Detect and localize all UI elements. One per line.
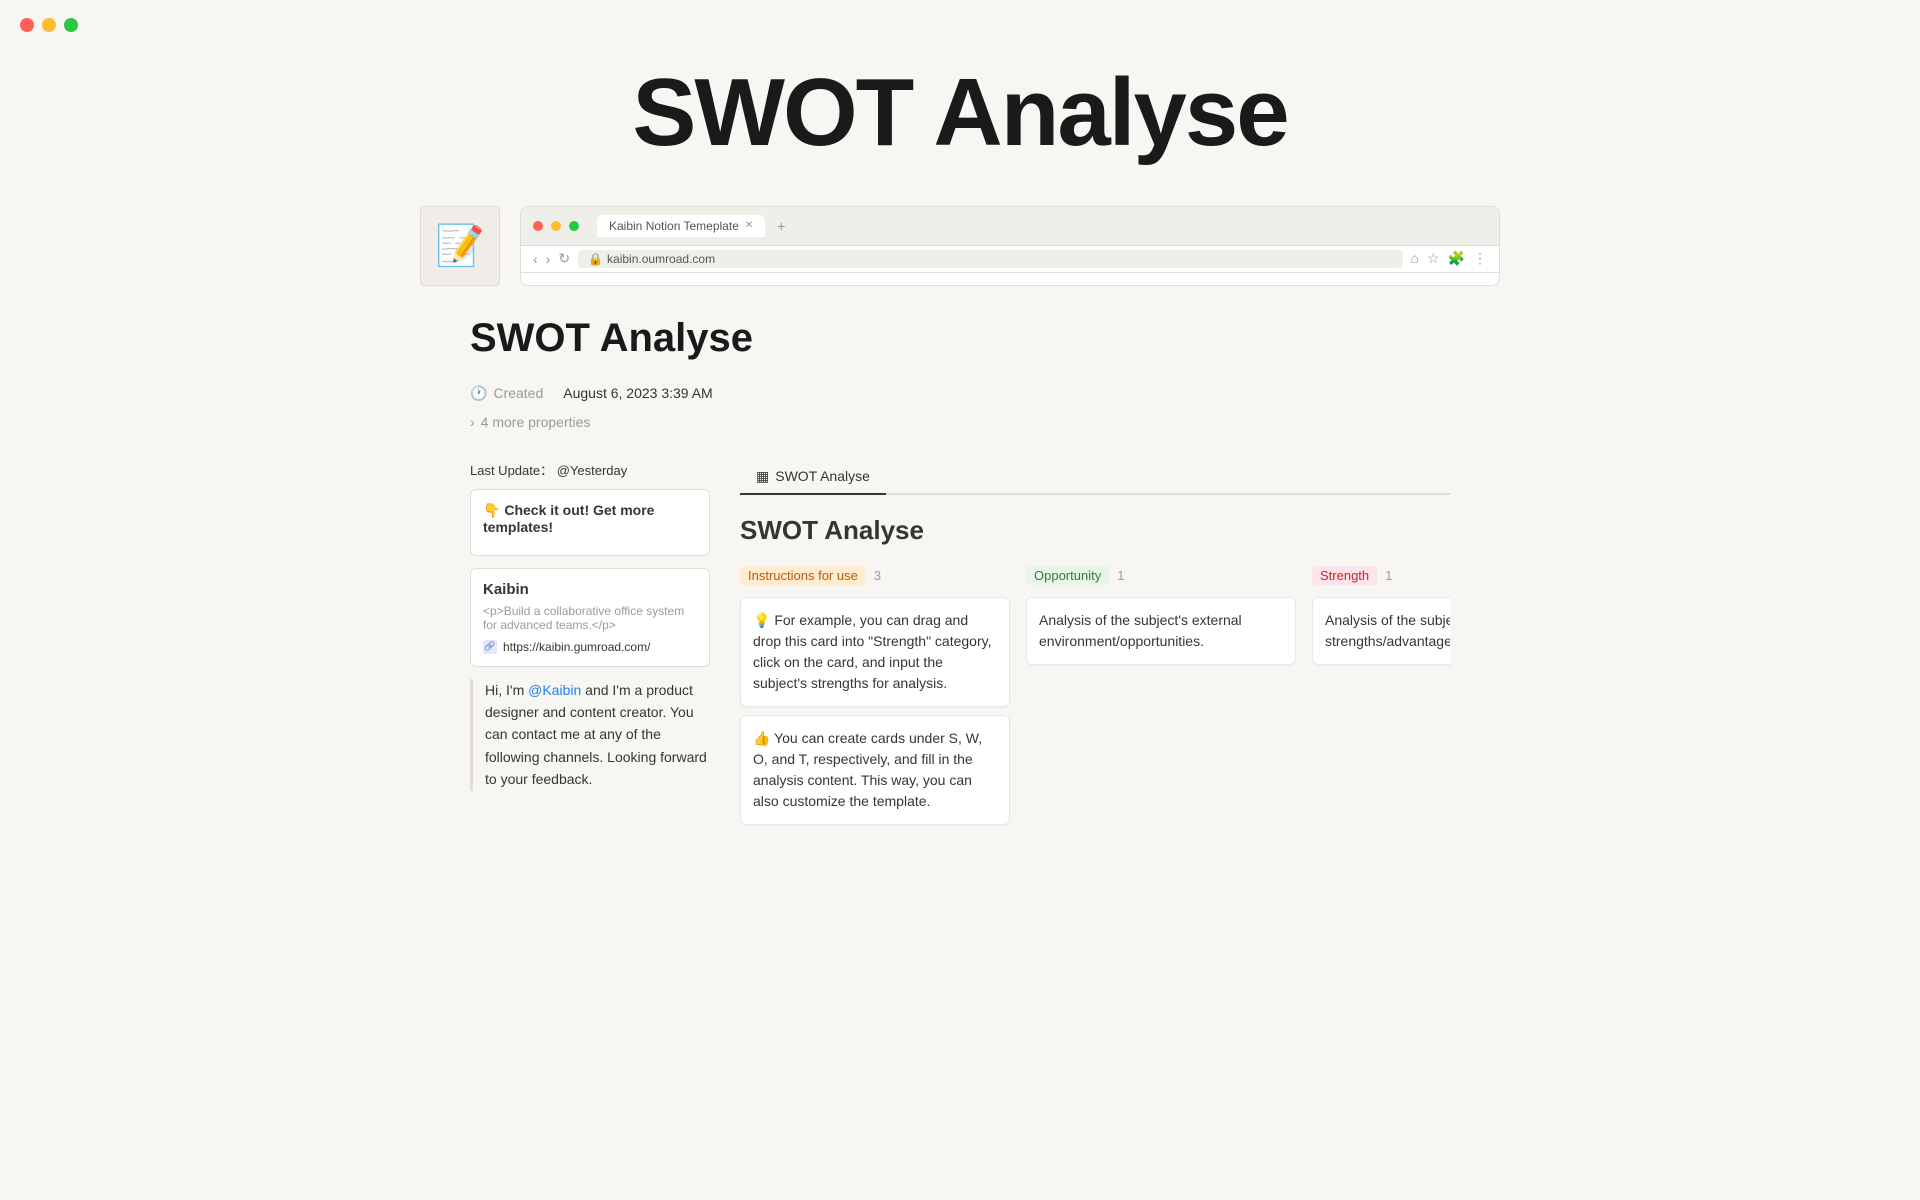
kaibin-card: Kaibin <p>Build a collaborative office s… bbox=[470, 568, 710, 667]
browser-tab-close-icon[interactable]: ✕ bbox=[745, 220, 753, 231]
kanban-card[interactable]: 👍 You can create cards under S, W, O, an… bbox=[740, 715, 1010, 825]
kanban-column-instructions: Instructions for use 3 💡 For example, yo… bbox=[740, 566, 1010, 833]
main-area: ▦ SWOT Analyse SWOT Analyse Instructions… bbox=[740, 460, 1450, 833]
column-header-instructions: Instructions for use 3 bbox=[740, 566, 1010, 585]
main-layout: Last Update： @Yesterday 👇 Check it out! … bbox=[470, 460, 1450, 833]
bio-text-1: Hi, I'm bbox=[485, 682, 528, 698]
column-count-opportunity: 1 bbox=[1117, 568, 1124, 583]
tabs-row: ▦ SWOT Analyse bbox=[740, 460, 1450, 495]
column-count-strength: 1 bbox=[1385, 568, 1392, 583]
lock-icon: 🔒 bbox=[588, 252, 603, 266]
maximize-button[interactable] bbox=[64, 18, 78, 32]
address-bar[interactable]: 🔒 kaibin.oumroad.com bbox=[578, 250, 1402, 268]
kaibin-name: Kaibin bbox=[483, 581, 697, 598]
minimize-button[interactable] bbox=[42, 18, 56, 32]
page-title: SWOT Analyse bbox=[470, 316, 1450, 361]
card-text: Analysis of the subject's internal stren… bbox=[1325, 612, 1450, 649]
kaibin-desc: <p>Build a collaborative office system f… bbox=[483, 604, 697, 632]
browser-maximize[interactable] bbox=[569, 221, 579, 231]
more-properties[interactable]: › 4 more properties bbox=[470, 414, 1450, 430]
browser-minimize[interactable] bbox=[551, 221, 561, 231]
address-text: kaibin.oumroad.com bbox=[607, 252, 715, 266]
kanban-column-opportunity: Opportunity 1 Analysis of the subject's … bbox=[1026, 566, 1296, 833]
metadata-row: 🕐 Created August 6, 2023 3:39 AM bbox=[470, 385, 1450, 402]
browser-close[interactable] bbox=[533, 221, 543, 231]
browser-actions: ⌂ ☆ 🧩 ⋮ bbox=[1411, 250, 1487, 267]
traffic-lights bbox=[20, 18, 78, 32]
column-header-opportunity: Opportunity 1 bbox=[1026, 566, 1296, 585]
tab-swot-analyse[interactable]: ▦ SWOT Analyse bbox=[740, 460, 886, 495]
extension-icon[interactable]: 🧩 bbox=[1448, 250, 1465, 267]
hero-title: SWOT Analyse bbox=[20, 60, 1900, 166]
kanban-board: Instructions for use 3 💡 For example, yo… bbox=[740, 566, 1450, 833]
link-icon: 🔗 bbox=[483, 640, 497, 654]
badge-instructions: Instructions for use bbox=[740, 566, 866, 585]
kanban-column-strength: Strength 1 Analysis of the subject's int… bbox=[1312, 566, 1450, 833]
created-label: 🕐 Created bbox=[470, 385, 543, 402]
kaibin-desc-text: <p>Build a collaborative office system f… bbox=[483, 604, 684, 632]
cover-area: 📝 Kaibin Notion Temeplate ✕ + ‹ › ↻ 🔒 ka… bbox=[410, 206, 1510, 286]
close-button[interactable] bbox=[20, 18, 34, 32]
browser-tab[interactable]: Kaibin Notion Temeplate ✕ bbox=[597, 215, 765, 237]
chevron-down-icon: › bbox=[470, 414, 475, 430]
board-title: SWOT Analyse bbox=[740, 515, 1450, 546]
kanban-card[interactable]: 💡 For example, you can drag and drop thi… bbox=[740, 597, 1010, 707]
page-content: SWOT Analyse 🕐 Created August 6, 2023 3:… bbox=[410, 316, 1510, 893]
last-update: Last Update： @Yesterday bbox=[470, 460, 710, 479]
badge-strength: Strength bbox=[1312, 566, 1377, 585]
card-text: 💡 For example, you can drag and drop thi… bbox=[753, 612, 991, 691]
kanban-card[interactable]: Analysis of the subject's external envir… bbox=[1026, 597, 1296, 665]
clock-icon: 🕐 bbox=[470, 385, 487, 402]
cover-emoji: 📝 bbox=[435, 222, 485, 269]
promo-box: 👇 Check it out! Get more templates! bbox=[470, 489, 710, 556]
tab-label: SWOT Analyse bbox=[775, 468, 870, 484]
promo-title: 👇 Check it out! Get more templates! bbox=[483, 502, 697, 535]
star-icon[interactable]: ☆ bbox=[1427, 250, 1440, 267]
browser-tab-add-icon[interactable]: + bbox=[777, 218, 785, 234]
kanban-card[interactable]: Analysis of the subject's internal stren… bbox=[1312, 597, 1450, 665]
browser-nav: ‹ › ↻ 🔒 kaibin.oumroad.com ⌂ ☆ 🧩 ⋮ bbox=[521, 246, 1499, 273]
hero-section: SWOT Analyse bbox=[0, 0, 1920, 206]
bio-block: Hi, I'm @Kaibin and I'm a product design… bbox=[470, 679, 710, 791]
browser-refresh-icon[interactable]: ↻ bbox=[558, 250, 570, 267]
created-value: August 6, 2023 3:39 AM bbox=[563, 385, 712, 401]
more-props-text: 4 more properties bbox=[481, 414, 591, 430]
home-icon[interactable]: ⌂ bbox=[1411, 250, 1419, 267]
card-text: 👍 You can create cards under S, W, O, an… bbox=[753, 730, 982, 809]
browser-back-icon[interactable]: ‹ bbox=[533, 251, 538, 267]
kaibin-link[interactable]: 🔗 https://kaibin.gumroad.com/ bbox=[483, 640, 697, 654]
column-header-strength: Strength 1 bbox=[1312, 566, 1450, 585]
browser-forward-icon[interactable]: › bbox=[546, 251, 551, 267]
table-icon: ▦ bbox=[756, 468, 769, 485]
created-text: Created bbox=[493, 385, 543, 401]
bio-mention[interactable]: @Kaibin bbox=[528, 682, 581, 698]
column-count-instructions: 3 bbox=[874, 568, 881, 583]
last-update-value: @Yesterday bbox=[557, 463, 628, 478]
promo-text: Check it out! Get more templates! bbox=[483, 502, 654, 535]
browser-bar: Kaibin Notion Temeplate ✕ + bbox=[521, 207, 1499, 246]
badge-opportunity: Opportunity bbox=[1026, 566, 1109, 585]
promo-emoji: 👇 bbox=[483, 502, 500, 518]
kaibin-link-text: https://kaibin.gumroad.com/ bbox=[503, 640, 650, 654]
menu-icon[interactable]: ⋮ bbox=[1473, 250, 1487, 267]
cover-thumbnail: 📝 bbox=[420, 206, 500, 286]
card-text: Analysis of the subject's external envir… bbox=[1039, 612, 1242, 649]
sidebar: Last Update： @Yesterday 👇 Check it out! … bbox=[470, 460, 710, 833]
browser-mockup: Kaibin Notion Temeplate ✕ + ‹ › ↻ 🔒 kaib… bbox=[520, 206, 1500, 286]
browser-tab-label: Kaibin Notion Temeplate bbox=[609, 219, 739, 233]
last-update-label: Last Update： bbox=[470, 463, 553, 478]
